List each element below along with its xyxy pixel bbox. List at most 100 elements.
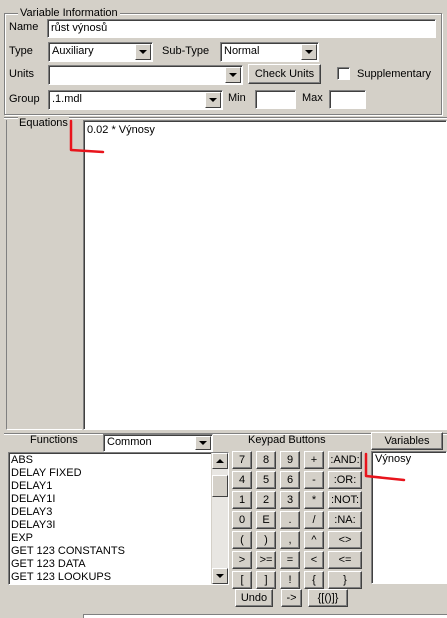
braces-button[interactable]: {[()]} <box>308 589 348 607</box>
name-field[interactable]: růst výnosů <box>47 19 436 38</box>
equations-left-panel <box>6 120 82 430</box>
chevron-down-icon <box>199 441 207 445</box>
function-item[interactable]: DELAY3I <box>9 519 228 532</box>
keypad-key[interactable]: ) <box>256 531 276 549</box>
equation-editor[interactable]: 0.02 * Výnosy <box>83 120 447 430</box>
keypad-key[interactable]: :NOT: <box>328 491 362 509</box>
keypad-key[interactable]: ^ <box>304 531 324 549</box>
max-field[interactable] <box>329 90 366 109</box>
function-item[interactable]: ABS <box>9 454 228 467</box>
type-select[interactable]: Auxiliary <box>48 42 153 62</box>
keypad-key[interactable]: / <box>304 511 324 529</box>
chevron-up-icon <box>216 459 224 463</box>
function-item[interactable]: GET 123 CONSTANTS <box>9 545 228 558</box>
keypad-key[interactable]: = <box>280 551 300 569</box>
keypad-key[interactable]: 5 <box>256 471 276 489</box>
subtype-dropdown-button[interactable] <box>301 44 317 60</box>
functions-label: Functions <box>30 434 78 446</box>
keypad-key[interactable]: { <box>304 571 324 589</box>
function-item[interactable]: DELAY3 <box>9 506 228 519</box>
keypad-key[interactable]: 9 <box>280 451 300 469</box>
keypad-key[interactable]: . <box>280 511 300 529</box>
functions-scrollbar[interactable] <box>211 453 228 584</box>
function-item[interactable]: DELAY1 <box>9 480 228 493</box>
arrow-button[interactable]: -> <box>281 589 302 607</box>
equation-text: 0.02 * Výnosy <box>87 124 155 136</box>
keypad-key[interactable]: + <box>304 451 324 469</box>
functions-list[interactable]: ABS DELAY FIXED DELAY1 DELAY1I DELAY3 DE… <box>8 452 229 585</box>
type-dropdown-button[interactable] <box>135 44 151 60</box>
function-item[interactable]: GET 123 LOOKUPS <box>9 571 228 584</box>
type-select-value: Auxiliary <box>52 45 94 57</box>
function-item[interactable]: DELAY1I <box>9 493 228 506</box>
chevron-down-icon <box>229 73 237 77</box>
equations-label: Equations <box>18 117 69 130</box>
keypad-key[interactable]: :AND: <box>328 451 362 469</box>
check-units-button[interactable]: Check Units <box>248 64 321 84</box>
type-label: Type <box>9 45 33 57</box>
subtype-select-value: Normal <box>224 45 260 57</box>
units-dropdown-button[interactable] <box>225 67 241 83</box>
keypad-key[interactable]: 7 <box>232 451 252 469</box>
keypad-key[interactable]: < <box>304 551 324 569</box>
keypad-key[interactable]: ] <box>256 571 276 589</box>
keypad-key[interactable]: 8 <box>256 451 276 469</box>
scroll-thumb[interactable] <box>212 475 228 497</box>
keypad-key[interactable]: 1 <box>232 491 252 509</box>
keypad-key[interactable]: 4 <box>232 471 252 489</box>
scroll-down-button[interactable] <box>212 568 228 584</box>
keypad-key[interactable]: :OR: <box>328 471 362 489</box>
function-item[interactable]: GET 123 DATA <box>9 558 228 571</box>
keypad-key[interactable]: :NA: <box>328 511 362 529</box>
function-item[interactable]: EXP <box>9 532 228 545</box>
subtype-select[interactable]: Normal <box>220 42 319 62</box>
group-select[interactable]: .1.mdl <box>48 90 223 110</box>
annotation-mark-equations <box>69 119 105 154</box>
keypad-key[interactable]: <= <box>328 551 362 569</box>
chevron-down-icon <box>209 98 217 102</box>
functions-filter-dropdown-button[interactable] <box>195 436 211 450</box>
keypad-key[interactable]: 3 <box>280 491 300 509</box>
chevron-down-icon <box>216 574 224 578</box>
name-label: Name <box>9 21 39 33</box>
keypad-key[interactable]: } <box>328 571 362 589</box>
chevron-down-icon <box>305 50 313 54</box>
keypad-key[interactable]: * <box>304 491 324 509</box>
keypad-key[interactable]: >= <box>256 551 276 569</box>
functions-list-items: ABS DELAY FIXED DELAY1 DELAY1I DELAY3 DE… <box>9 453 228 584</box>
group-select-value: .1.mdl <box>52 93 82 105</box>
group-dropdown-button[interactable] <box>205 92 221 108</box>
supplementary-checkbox[interactable] <box>337 67 350 80</box>
annotation-stroke <box>364 452 406 482</box>
supplementary-label[interactable]: Supplementary <box>357 68 431 81</box>
min-label: Min <box>228 92 246 104</box>
annotation-mark-variables <box>364 452 406 482</box>
keypad-key[interactable]: [ <box>232 571 252 589</box>
keypad-key[interactable]: ( <box>232 531 252 549</box>
undo-button[interactable]: Undo <box>235 589 273 607</box>
variable-information-legend: Variable Information <box>18 7 120 19</box>
group-label: Group <box>9 93 40 105</box>
variables-button[interactable]: Variables <box>371 432 443 450</box>
keypad-key[interactable]: ! <box>280 571 300 589</box>
keypad-key[interactable]: <> <box>328 531 362 549</box>
keypad-key[interactable]: 0 <box>232 511 252 529</box>
keypad-key[interactable]: 2 <box>256 491 276 509</box>
annotation-stroke <box>69 119 105 154</box>
scroll-up-button[interactable] <box>212 453 228 469</box>
keypad-key[interactable]: , <box>280 531 300 549</box>
status-field <box>83 614 447 618</box>
keypad-key[interactable]: E <box>256 511 276 529</box>
max-label: Max <box>302 92 323 104</box>
keypad-label: Keypad Buttons <box>248 434 326 446</box>
keypad-key[interactable]: 6 <box>280 471 300 489</box>
functions-filter-value: Common <box>107 436 152 448</box>
keypad-key[interactable]: - <box>304 471 324 489</box>
keypad: 7 8 9 +:AND: 4 5 6-:OR: 1 2 3 *:NOT: 0 E. /:NA:(), ^ <>… <box>232 451 368 591</box>
units-select[interactable] <box>48 65 243 85</box>
function-item[interactable]: DELAY FIXED <box>9 467 228 480</box>
chevron-down-icon <box>139 50 147 54</box>
keypad-key[interactable]: > <box>232 551 252 569</box>
functions-filter-select[interactable]: Common <box>103 434 213 452</box>
min-field[interactable] <box>255 90 296 109</box>
